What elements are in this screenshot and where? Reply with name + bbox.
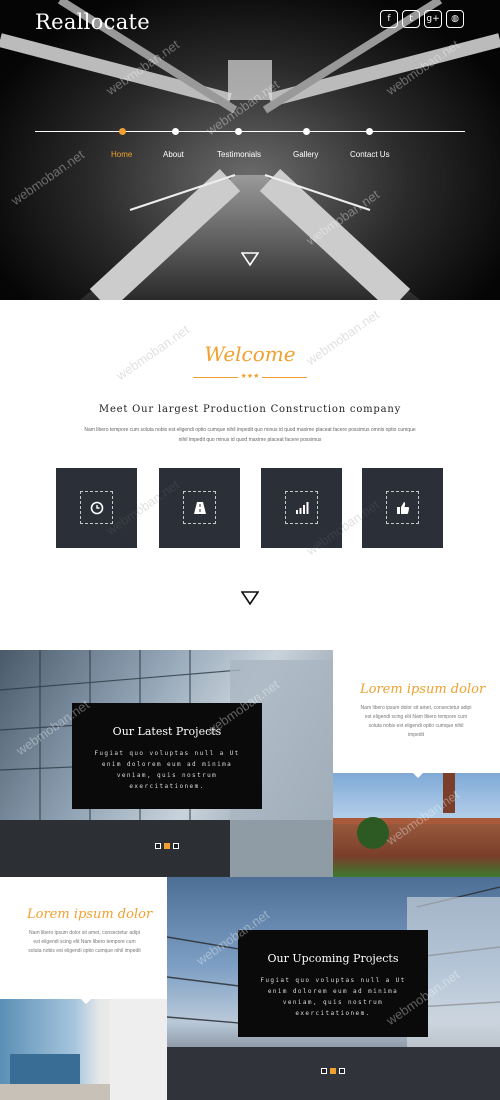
slider-pager (155, 843, 179, 849)
caret-down-icon (80, 998, 92, 1004)
lorem-image-1 (333, 773, 500, 877)
scroll-down-icon[interactable] (241, 591, 259, 605)
nav-dot-gallery[interactable] (303, 128, 310, 135)
upcoming-projects-text: Fugiat quo voluptas null a Ut enim dolor… (260, 977, 406, 1017)
nav-home[interactable]: Home (111, 150, 132, 159)
lorem-title-2: Lorem ipsum dolor (27, 907, 153, 922)
lorem-text-1: Nam libero ipsum dolor sit amet, consect… (360, 705, 472, 738)
latest-projects-title: Our Latest Projects (112, 725, 222, 738)
nav-dot-contact[interactable] (366, 128, 373, 135)
upcoming-projects-title: Our Upcoming Projects (267, 952, 399, 965)
nav-dot-testimonials[interactable] (235, 128, 242, 135)
google-plus-icon[interactable]: g+ (424, 10, 442, 28)
pager-dot[interactable] (164, 843, 170, 849)
slider-pager (321, 1068, 345, 1074)
pager-dot[interactable] (173, 843, 179, 849)
nav-gallery[interactable]: Gallery (293, 150, 318, 159)
pager-dot[interactable] (330, 1068, 336, 1074)
nav-dot-home[interactable] (119, 128, 126, 135)
clock-icon (90, 501, 103, 514)
nav-dot-about[interactable] (172, 128, 179, 135)
feature-box-clock[interactable] (56, 468, 137, 548)
caret-down-icon (412, 772, 424, 778)
hero-banner: Reallocate f t g+ ◍ Home About Testimoni… (0, 0, 500, 300)
dribbble-icon[interactable]: ◍ (446, 10, 464, 28)
twitter-icon[interactable]: t (402, 10, 420, 28)
latest-projects-text: Fugiat quo voluptas null a Ut enim dolor… (94, 750, 240, 790)
pager-dot[interactable] (321, 1068, 327, 1074)
welcome-subtitle: Meet Our largest Production Construction… (98, 404, 402, 415)
thumbs-up-icon (396, 501, 409, 514)
bar-chart-icon (295, 501, 308, 514)
stars-ornament: ★★★ (240, 373, 260, 380)
feature-box-road[interactable] (159, 468, 240, 548)
lorem-image-2 (0, 999, 167, 1100)
welcome-paragraph: Nam libero tempore cum soluta nobis est … (84, 427, 416, 443)
road-icon (193, 501, 206, 514)
scroll-down-icon[interactable] (241, 252, 259, 266)
social-links: f t g+ ◍ (380, 10, 464, 28)
pager-dot[interactable] (339, 1068, 345, 1074)
latest-projects-card[interactable]: Our Latest Projects Fugiat quo voluptas … (72, 703, 262, 809)
upcoming-projects-card[interactable]: Our Upcoming Projects Fugiat quo volupta… (238, 930, 428, 1037)
nav-testimonials[interactable]: Testimonials (217, 150, 261, 159)
welcome-title: Welcome (204, 342, 296, 366)
lorem-title-1: Lorem ipsum dolor (360, 682, 486, 697)
site-logo[interactable]: Reallocate (35, 10, 150, 34)
pager-dot[interactable] (155, 843, 161, 849)
nav-line (35, 131, 465, 132)
lorem-text-2: Nam libero ipsum dolor sit amet, consect… (28, 930, 141, 954)
feature-box-chart[interactable] (261, 468, 342, 548)
nav-contact[interactable]: Contact Us (350, 150, 390, 159)
facebook-icon[interactable]: f (380, 10, 398, 28)
nav-about[interactable]: About (163, 150, 184, 159)
feature-box-thumbs[interactable] (362, 468, 443, 548)
